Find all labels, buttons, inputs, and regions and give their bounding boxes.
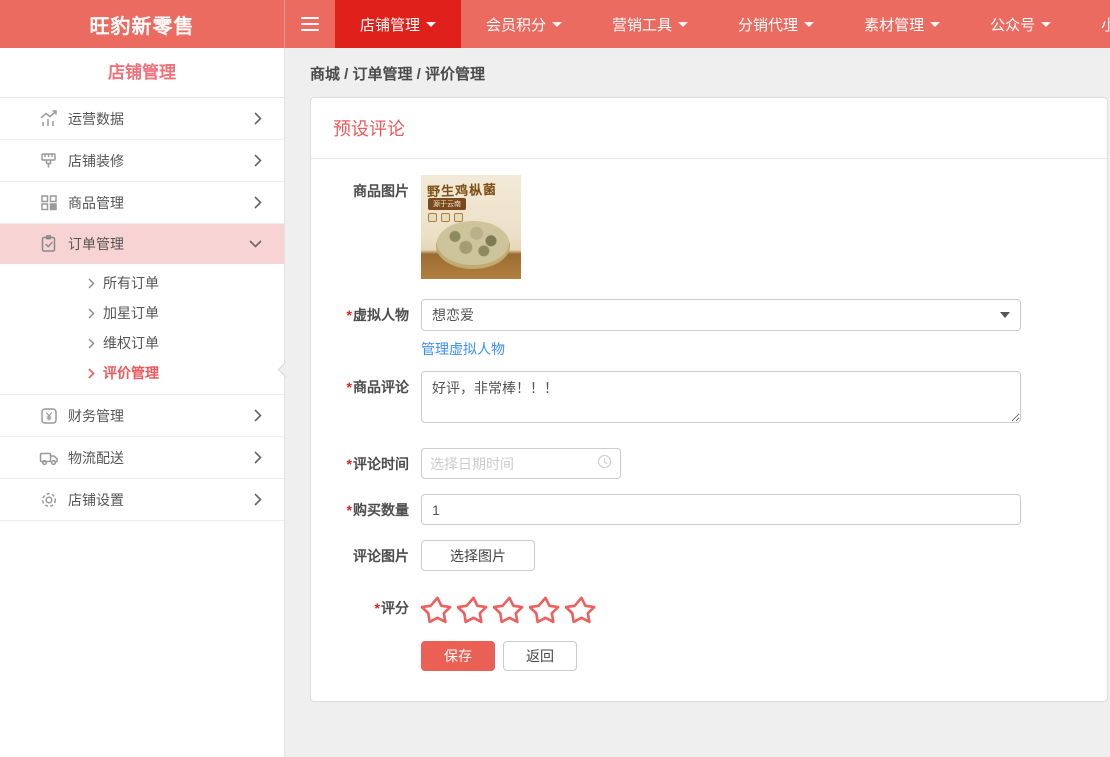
chevron-right-icon — [254, 154, 262, 167]
comment-textarea[interactable]: 好评，非常棒！！！ — [421, 371, 1021, 423]
chevron-right-icon — [88, 338, 95, 349]
quantity-input[interactable] — [421, 494, 1021, 525]
product-image-badge: 源于云南 — [428, 198, 466, 210]
sidebar: 店铺管理 运营数据 店铺装修 商品管理 — [0, 48, 285, 757]
nav-item-shop-management[interactable]: 店铺管理 — [335, 0, 461, 48]
product-image-title: 野生鸡枞菌 — [427, 179, 498, 200]
top-nav: 店铺管理 会员积分 营销工具 分销代理 素材管理 公众号 小程序 系统管理 — [335, 0, 1110, 48]
chevron-right-icon — [88, 368, 95, 379]
chevron-right-icon — [254, 493, 262, 506]
datetime-input[interactable] — [430, 456, 597, 472]
sidebar-item-order-management[interactable]: 订单管理 — [0, 224, 284, 264]
rating-label: *评分 — [311, 592, 421, 627]
sidebar-subitem-review-management[interactable]: 评价管理 — [0, 358, 284, 388]
product-image-bowl — [437, 221, 509, 265]
chevron-right-icon — [254, 409, 262, 422]
hamburger-menu-icon[interactable] — [285, 0, 335, 48]
nav-item-distribution-agent[interactable]: 分销代理 — [713, 0, 839, 48]
comment-label: *商品评论 — [311, 371, 421, 428]
sidebar-item-finance-management[interactable]: 财务管理 — [0, 395, 284, 437]
product-image-seals — [428, 213, 463, 222]
datetime-picker[interactable] — [421, 448, 621, 479]
chevron-right-icon — [88, 278, 95, 289]
nav-item-material-management[interactable]: 素材管理 — [839, 0, 965, 48]
clipboard-icon — [38, 234, 60, 254]
chevron-down-icon — [678, 22, 688, 27]
chevron-right-icon — [254, 451, 262, 464]
sidebar-item-logistics[interactable]: 物流配送 — [0, 437, 284, 479]
manage-virtual-person-link[interactable]: 管理虚拟人物 — [421, 339, 505, 359]
star-icon[interactable] — [529, 594, 562, 627]
chevron-right-icon — [254, 196, 262, 209]
save-button[interactable]: 保存 — [421, 641, 495, 671]
preset-review-panel: 预设评论 商品图片 野生鸡枞菌 源于云南 — [310, 97, 1108, 702]
product-image-label: 商品图片 — [311, 175, 421, 279]
breadcrumb: 商城 / 订单管理 / 评价管理 — [285, 48, 1110, 97]
chevron-down-icon — [930, 22, 940, 27]
chevron-right-icon — [254, 112, 262, 125]
chevron-down-icon — [552, 22, 562, 27]
sidebar-subitem-starred-orders[interactable]: 加星订单 — [0, 298, 284, 328]
nav-item-marketing-tools[interactable]: 营销工具 — [587, 0, 713, 48]
sidebar-item-shop-settings[interactable]: 店铺设置 — [0, 479, 284, 521]
choose-image-button[interactable]: 选择图片 — [421, 540, 535, 571]
sidebar-title: 店铺管理 — [0, 48, 284, 98]
grid-icon — [38, 193, 60, 213]
chart-icon — [38, 109, 60, 129]
preset-review-form: 商品图片 野生鸡枞菌 源于云南 *虚拟人物 — [311, 159, 1107, 701]
nav-item-mini-program[interactable]: 小程序 — [1076, 0, 1110, 48]
page-title: 预设评论 — [311, 98, 1107, 159]
nav-item-member-points[interactable]: 会员积分 — [461, 0, 587, 48]
sidebar-item-product-management[interactable]: 商品管理 — [0, 182, 284, 224]
star-icon[interactable] — [421, 594, 454, 627]
select-arrow-icon — [1000, 312, 1010, 318]
order-submenu: 所有订单 加星订单 维权订单 评价管理 — [0, 264, 284, 395]
virtual-person-select[interactable]: 想恋爱 — [421, 299, 1021, 331]
back-button[interactable]: 返回 — [503, 641, 577, 671]
chevron-down-icon — [804, 22, 814, 27]
top-header: 旺豹新零售 店铺管理 会员积分 营销工具 分销代理 素材管理 公众号 小程序 — [0, 0, 1110, 48]
nav-item-official-account[interactable]: 公众号 — [965, 0, 1076, 48]
app-logo: 旺豹新零售 — [0, 0, 285, 48]
sidebar-subitem-all-orders[interactable]: 所有订单 — [0, 268, 284, 298]
star-icon[interactable] — [493, 594, 526, 627]
main-content: 商城 / 订单管理 / 评价管理 预设评论 商品图片 野生鸡枞菌 源于云南 — [285, 48, 1110, 757]
chevron-down-icon — [249, 240, 262, 248]
chevron-down-icon — [1041, 22, 1051, 27]
chevron-down-icon — [426, 22, 436, 27]
gear-icon — [38, 490, 60, 510]
sidebar-subitem-rights-orders[interactable]: 维权订单 — [0, 328, 284, 358]
sidebar-item-operation-data[interactable]: 运营数据 — [0, 98, 284, 140]
star-icon[interactable] — [457, 594, 490, 627]
yen-icon — [38, 406, 60, 426]
chevron-right-icon — [88, 308, 95, 319]
brush-icon — [38, 151, 60, 171]
star-icon[interactable] — [565, 594, 598, 627]
sidebar-item-shop-decoration[interactable]: 店铺装修 — [0, 140, 284, 182]
quantity-label: *购买数量 — [311, 494, 421, 526]
rating-stars — [421, 592, 1107, 627]
product-image: 野生鸡枞菌 源于云南 — [421, 175, 521, 279]
comment-time-label: *评论时间 — [311, 448, 421, 480]
virtual-person-label: *虚拟人物 — [311, 299, 421, 331]
review-images-label: 评论图片 — [311, 540, 421, 572]
truck-icon — [38, 448, 60, 468]
clock-icon — [597, 454, 612, 474]
